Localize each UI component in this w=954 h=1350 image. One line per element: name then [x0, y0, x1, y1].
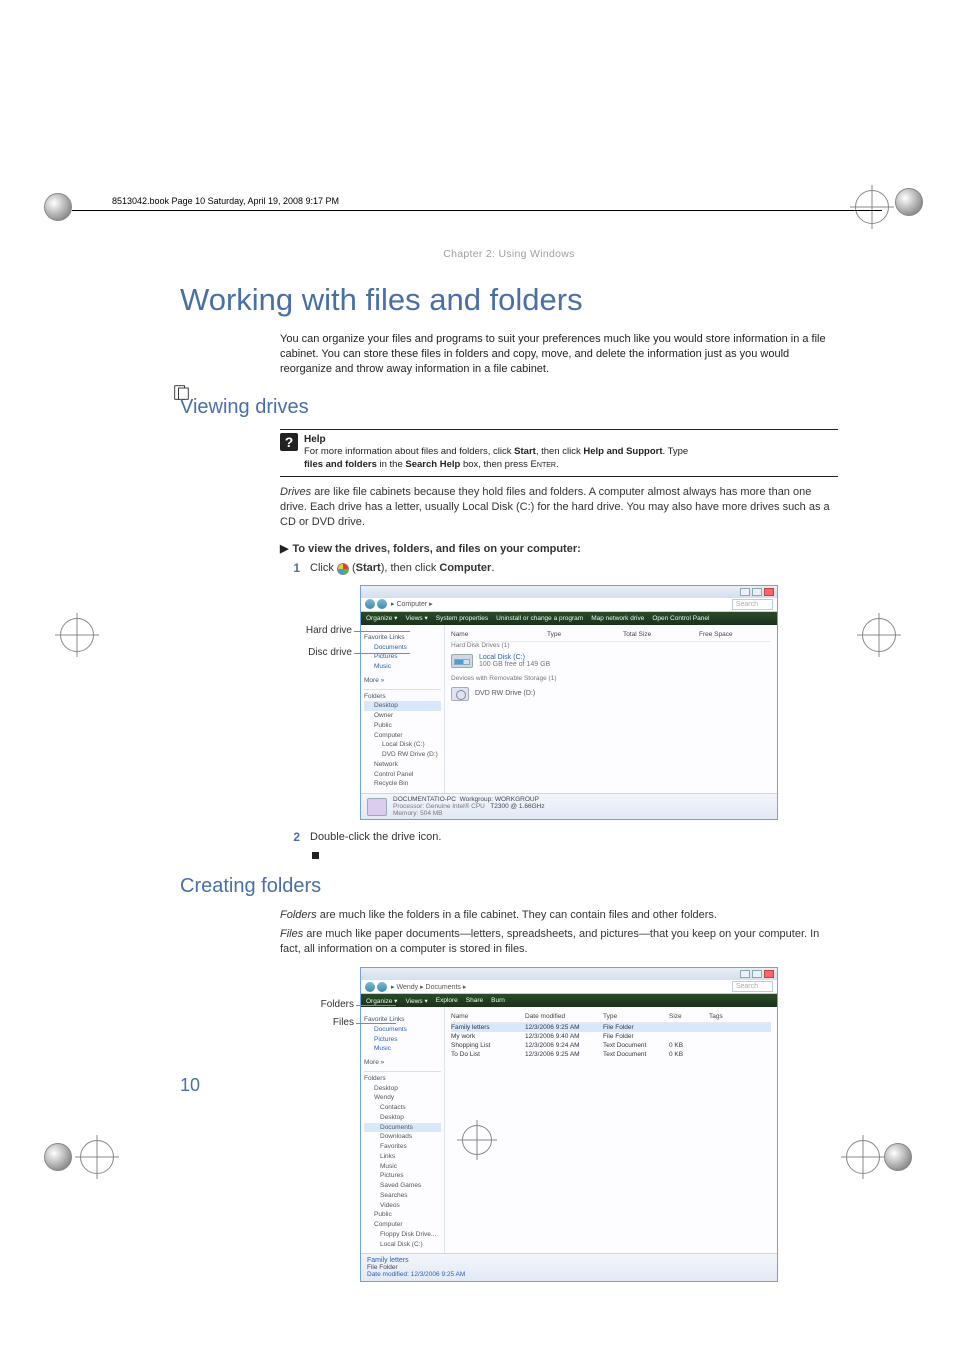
breadcrumb[interactable]: ▸ Wendy ▸ Documents ▸ — [391, 983, 466, 991]
chapter-label: Chapter 2: Using Windows — [180, 248, 838, 260]
maximize-button[interactable] — [752, 970, 762, 978]
list-item[interactable]: To Do List 12/3/2006 9:25 AM Text Docume… — [451, 1050, 771, 1059]
tree-desktop[interactable]: Desktop — [364, 701, 441, 711]
maximize-button[interactable] — [752, 588, 762, 596]
back-button[interactable] — [365, 982, 375, 992]
list-item[interactable]: Family letters 12/3/2006 9:25 AM File Fo… — [451, 1023, 771, 1032]
crosshair-bl — [80, 1140, 114, 1174]
help-text: Help For more information about files an… — [304, 433, 688, 472]
documents-window-screenshot: Folders Files ▸ Wendy ▸ Documents ▸ S — [360, 967, 838, 1282]
header-file-stamp: 8513042.book Page 10 Saturday, April 19,… — [112, 196, 339, 206]
help-icon: ? — [280, 433, 298, 451]
tree-network[interactable]: Network — [364, 760, 441, 770]
forward-button[interactable] — [377, 599, 387, 609]
drives-paragraph: Drives are like file cabinets because th… — [280, 485, 838, 531]
callout-disc-drive: Disc drive — [296, 647, 352, 658]
status-bar: Family letters File Folder Date modified… — [361, 1253, 777, 1281]
tree-localdisk[interactable]: Local Disk (C:) — [364, 740, 441, 750]
hard-drive-item[interactable]: Local Disk (C:) 100 GB free of 149 GB — [451, 651, 771, 671]
callout-folders: Folders — [320, 999, 354, 1010]
folders-paragraph: Folders are much like the folders in a f… — [280, 908, 838, 923]
tree-public[interactable]: Public — [364, 721, 441, 731]
crosshair-br — [846, 1140, 880, 1174]
tree-dvd[interactable]: DVD RW Drive (D:) — [364, 750, 441, 760]
crosshair-tr — [855, 190, 889, 224]
crosshair-bottom — [462, 1125, 492, 1155]
page-number: 10 — [180, 1075, 200, 1096]
dvd-drive-icon — [451, 687, 469, 701]
forward-button[interactable] — [377, 982, 387, 992]
content-pane: Name Date modified Type Size Tags Family… — [445, 1007, 777, 1253]
step-number-1: 1 — [288, 561, 300, 576]
toolbar-mapdrive[interactable]: Map network drive — [591, 615, 644, 622]
end-of-procedure-icon — [312, 852, 319, 859]
toolbar-organize[interactable]: Organize ▾ — [366, 614, 397, 622]
address-bar-row: ▸ Wendy ▸ Documents ▸ Search — [361, 980, 777, 994]
registration-ring-tr — [895, 188, 923, 216]
crosshair-mr — [862, 618, 896, 652]
triangle-icon: ▶ — [280, 543, 288, 555]
tree-recyclebin[interactable]: Recycle Bin — [364, 779, 441, 789]
tree-owner[interactable]: Owner — [364, 711, 441, 721]
crosshair-ml — [60, 618, 94, 652]
nav-pane: Favorite Links Documents Pictures Music … — [361, 625, 445, 793]
registration-ring-br — [884, 1143, 912, 1171]
computer-window-screenshot: Hard drive Disc drive ▸ Computer ▸ Se — [360, 585, 838, 820]
breadcrumb[interactable]: ▸ Computer ▸ — [391, 600, 433, 608]
toolbar-explore[interactable]: Explore — [436, 997, 458, 1004]
tree-controlpanel[interactable]: Control Panel — [364, 770, 441, 780]
toolbar-uninstall[interactable]: Uninstall or change a program — [496, 615, 583, 622]
section-viewing-drives: Viewing drives — [180, 396, 838, 419]
disc-drive-item[interactable]: DVD RW Drive (D:) — [451, 684, 771, 704]
toolbar: Organize ▾ Views ▾ Explore Share Burn — [361, 994, 777, 1007]
address-bar-row: ▸ Computer ▸ Search — [361, 598, 777, 612]
files-paragraph: Files are much like paper documents—lett… — [280, 927, 838, 957]
step-number-2: 2 — [288, 830, 300, 845]
computer-icon — [367, 798, 387, 816]
toolbar-organize[interactable]: Organize ▾ — [366, 997, 397, 1005]
window-titlebar — [361, 586, 777, 598]
toolbar-sysprops[interactable]: System properties — [436, 615, 488, 622]
back-button[interactable] — [365, 599, 375, 609]
list-item[interactable]: My work 12/3/2006 9:40 AM File Folder — [451, 1032, 771, 1041]
header-rule — [72, 210, 882, 211]
callout-hard-drive: Hard drive — [296, 625, 352, 636]
tree-computer[interactable]: Computer — [364, 731, 441, 741]
search-input[interactable]: Search — [732, 599, 773, 610]
intro-paragraph: You can organize your files and programs… — [280, 332, 838, 378]
toolbar-views[interactable]: Views ▾ — [405, 997, 427, 1005]
callout-files: Files — [320, 1017, 354, 1028]
step-2: 2 Double-click the drive icon. — [288, 830, 838, 845]
list-item[interactable]: Shopping List 12/3/2006 9:24 AM Text Doc… — [451, 1041, 771, 1050]
toolbar-share[interactable]: Share — [466, 997, 483, 1004]
step-1: 1 Click (Start), then click Computer. — [288, 561, 838, 576]
registration-ring-bl — [44, 1143, 72, 1171]
content-pane: Name Type Total Size Free Space Hard Dis… — [445, 625, 777, 793]
favlink-documents[interactable]: Documents — [364, 643, 441, 653]
nav-pane: Favorite Links Documents Pictures Music … — [361, 1007, 445, 1253]
toolbar-controlpanel[interactable]: Open Control Panel — [652, 615, 709, 622]
registration-ring-tl — [44, 193, 72, 221]
hard-drive-icon — [451, 654, 473, 668]
toolbar-views[interactable]: Views ▾ — [405, 614, 427, 622]
minimize-button[interactable] — [740, 588, 750, 596]
procedure-heading: ▶To view the drives, folders, and files … — [280, 542, 838, 555]
status-bar: DOCUMENTATIO-PC Workgroup: WORKGROUP Pro… — [361, 793, 777, 819]
section-creating-folders: Creating folders — [180, 875, 838, 898]
toolbar: Organize ▾ Views ▾ System properties Uni… — [361, 612, 777, 625]
close-button[interactable] — [764, 588, 774, 596]
minimize-button[interactable] — [740, 970, 750, 978]
window-titlebar — [361, 968, 777, 980]
page-title: Working with files and folders — [180, 282, 838, 318]
close-button[interactable] — [764, 970, 774, 978]
help-callout: ? Help For more information about files … — [280, 429, 838, 477]
search-input[interactable]: Search — [732, 981, 773, 992]
windows-orb-icon — [337, 563, 349, 575]
toolbar-burn[interactable]: Burn — [491, 997, 505, 1004]
favlink-music[interactable]: Music — [364, 662, 441, 672]
